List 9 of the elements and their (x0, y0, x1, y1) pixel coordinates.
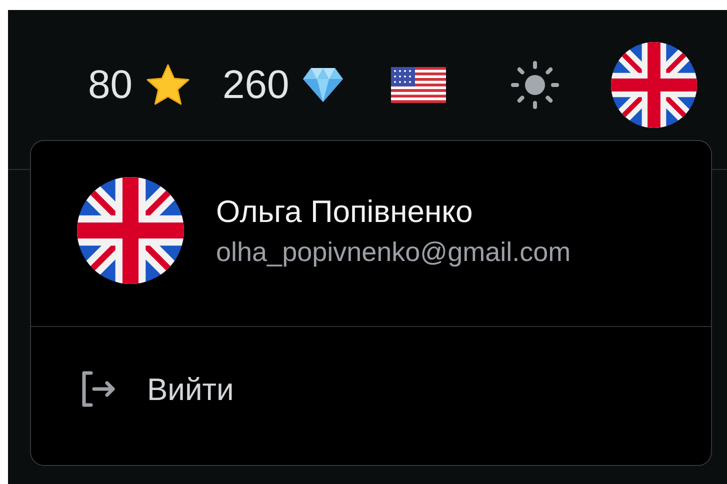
logout-menu-item[interactable]: Вийти (79, 370, 711, 408)
sun-icon[interactable] (510, 60, 560, 110)
star-icon (144, 62, 190, 106)
user-name: Ольга Попівненко (216, 196, 474, 226)
user-email: olha_popivnenko@gmail.com (216, 238, 571, 266)
us-flag-icon[interactable] (391, 66, 446, 102)
diamond-icon (301, 66, 346, 104)
gems-count: 260 (222, 64, 290, 104)
stars-count: 80 (88, 64, 132, 104)
